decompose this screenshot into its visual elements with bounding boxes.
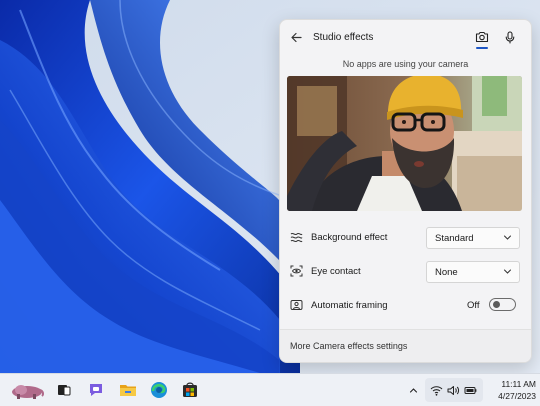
setting-row-automatic-framing: Automatic framing Off xyxy=(280,290,531,320)
file-explorer-button[interactable] xyxy=(118,380,138,400)
toggle-knob xyxy=(493,301,500,308)
automatic-framing-toggle[interactable] xyxy=(489,298,516,311)
toggle-state-label: Off xyxy=(467,300,480,311)
chat-icon xyxy=(90,384,102,396)
edge-button[interactable] xyxy=(149,380,169,400)
store-button[interactable] xyxy=(180,380,200,400)
volume-icon xyxy=(447,384,460,396)
widgets-button[interactable] xyxy=(9,380,45,400)
camera-icon xyxy=(475,31,489,43)
widgets-icon xyxy=(12,385,44,399)
chevron-down-icon xyxy=(504,269,511,274)
camera-preview xyxy=(287,76,522,211)
chat-button[interactable] xyxy=(86,380,106,400)
back-button[interactable] xyxy=(288,29,304,45)
microphone-icon xyxy=(505,30,515,44)
eye-contact-icon xyxy=(289,264,303,278)
store-icon xyxy=(183,382,197,397)
panel-title: Studio effects xyxy=(313,32,374,43)
tab-camera[interactable] xyxy=(473,28,491,46)
dropdown-value: Standard xyxy=(435,233,474,244)
edge-icon xyxy=(151,382,167,398)
taskbar: 11:11 AM 4/27/2023 xyxy=(0,373,540,406)
tab-microphone[interactable] xyxy=(502,28,518,46)
setting-row-eye-contact: Eye contact None xyxy=(280,256,531,286)
dropdown-value: None xyxy=(435,267,458,278)
task-view-icon xyxy=(58,385,71,396)
clock-time: 11:11 AM xyxy=(501,379,536,389)
camera-status-text: No apps are using your camera xyxy=(342,59,469,69)
background-effect-dropdown[interactable]: Standard xyxy=(426,227,520,249)
task-view-button[interactable] xyxy=(54,380,74,400)
panel-footer: More Camera effects settings xyxy=(280,330,531,362)
back-arrow-icon xyxy=(290,32,302,42)
more-camera-settings-link[interactable]: More Camera effects settings xyxy=(290,341,407,351)
setting-row-background-effect: Background effect Standard xyxy=(280,222,531,252)
clock-date: 4/27/2023 xyxy=(498,391,536,401)
active-tab-indicator xyxy=(476,47,488,49)
setting-label: Automatic framing xyxy=(311,300,388,311)
wifi-icon xyxy=(430,384,443,396)
panel-header: Studio effects xyxy=(280,20,531,56)
chevron-down-icon xyxy=(504,235,511,240)
setting-label: Eye contact xyxy=(311,266,361,277)
framing-icon xyxy=(289,298,303,312)
show-hidden-icons-button[interactable] xyxy=(405,380,421,400)
studio-effects-panel: Studio effects No apps are using your ca… xyxy=(279,19,532,363)
chevron-up-icon xyxy=(409,387,417,393)
system-tray[interactable] xyxy=(425,378,483,402)
file-explorer-icon xyxy=(120,385,136,396)
battery-icon xyxy=(464,384,477,396)
clock[interactable]: 11:11 AM 4/27/2023 xyxy=(484,378,536,402)
background-effect-icon xyxy=(289,230,303,244)
setting-label: Background effect xyxy=(311,232,388,243)
eye-contact-dropdown[interactable]: None xyxy=(426,261,520,283)
